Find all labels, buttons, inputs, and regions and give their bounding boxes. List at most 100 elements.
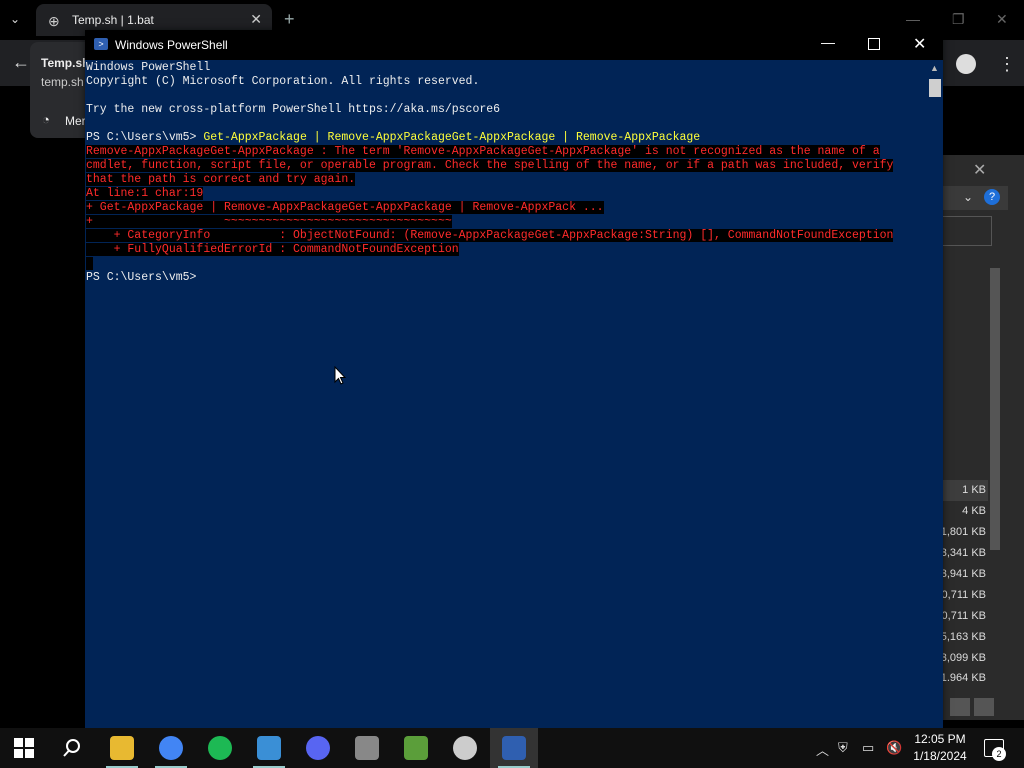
file-size[interactable]: 4 KB [940,501,988,522]
minimize-icon[interactable]: — [906,11,920,27]
large-icons-view-icon[interactable] [974,698,994,716]
console-line: cmdlet, function, script file, or operab… [86,159,926,173]
file-size[interactable]: 1,801 KB [940,522,988,543]
taskbar-app-ccleaner[interactable] [441,728,489,768]
console-line: + ~~~~~~~~~~~~~~~~~~~~~~~~~~~~~~~~~ [86,215,926,229]
taskbar-clock[interactable]: 12:05 PM 1/18/2024 [908,731,972,765]
popup-url: temp.sh [41,75,84,89]
powershell-window: > Windows PowerShell — ✕ Windows PowerSh… [85,30,943,728]
powershell-logo-icon: > [94,38,108,50]
clock-time: 12:05 PM [914,732,966,746]
discord-icon [306,736,330,760]
taskbar: ︿ ⛨ ▭ 🔇 12:05 PM 1/18/2024 2 [0,728,1024,768]
details-view-icon[interactable] [950,698,970,716]
panel-scroll-thumb[interactable] [990,268,1000,550]
tab-search-chevron-icon[interactable]: ⌄ [10,12,30,28]
file-size[interactable]: 0,711 KB [940,606,988,627]
file-size[interactable]: 5,163 KB [940,627,988,648]
console-error-text: At line:1 char:19 [86,187,204,200]
chevron-up-icon[interactable]: ︿ [816,740,829,759]
restore-icon[interactable]: ❐ [952,11,965,28]
console-line: PS C:\Users\vm5> Get-AppxPackage | Remov… [86,131,926,145]
mouse-cursor-icon [334,366,346,385]
console-scroll-thumb[interactable] [929,79,941,97]
taskbar-app-file-explorer[interactable] [98,728,146,768]
taskbar-app-spotify[interactable] [196,728,244,768]
console-line: + Get-AppxPackage | Remove-AppxPackageGe… [86,201,926,215]
console-line: Try the new cross-platform PowerShell ht… [86,103,501,116]
search-icon [63,739,80,757]
console-error-text: that the path is correct and try again. [86,173,356,186]
console-line: + FullyQualifiedErrorId : CommandNotFoun… [86,243,926,257]
file-size[interactable]: 0,711 KB [940,585,988,606]
notification-count-badge: 2 [992,747,1006,761]
console-scrollbar[interactable]: ▲ [927,61,943,728]
file-size[interactable]: 1,964 KB [940,669,988,681]
console-line: At line:1 char:19 [86,187,926,201]
panel-close-icon[interactable]: ✕ [973,160,986,180]
minimize-icon[interactable]: — [821,34,835,50]
taskbar-app-powershell[interactable] [490,728,538,768]
console-line: Windows PowerShell [86,61,211,74]
console-line [86,257,926,271]
taskbar-app-minecraft[interactable] [392,728,440,768]
console-error-text: cmdlet, function, script file, or operab… [86,159,894,172]
powershell-titlebar[interactable]: > Windows PowerShell — ✕ [85,30,943,60]
taskbar-app-chrome[interactable] [147,728,195,768]
maximize-icon[interactable] [868,38,880,50]
taskbar-app-app-figure[interactable] [343,728,391,768]
window-title: Windows PowerShell [115,38,228,52]
console-line: + CategoryInfo : ObjectNotFound: (Remove… [86,229,926,243]
view-toggle-buttons [950,698,998,721]
taskbar-app-control-panel[interactable] [245,728,293,768]
console-line: PS C:\Users\vm5> [86,271,197,284]
browser-tab-title: Temp.sh | 1.bat [72,13,154,27]
file-size[interactable]: 1 KB [940,480,988,501]
console-output[interactable]: Windows PowerShell Copyright (C) Microsof… [86,61,926,727]
tab-close-icon[interactable]: ✕ [250,11,262,28]
control-panel-icon [257,736,281,760]
ccleaner-icon [453,736,477,760]
console-error-text: + ~~~~~~~~~~~~~~~~~~~~~~~~~~~~~~~~~ [86,215,452,228]
console-line: Remove-AppxPackageGet-AppxPackage : The … [86,145,926,159]
help-icon[interactable]: ? [984,189,1000,205]
file-size[interactable]: 3,099 KB [940,648,988,669]
powershell-icon [502,736,526,760]
console-error-text: + Get-AppxPackage | Remove-AppxPackageGe… [86,201,604,214]
search-button[interactable] [48,728,96,768]
volume-muted-icon[interactable]: 🔇 [886,740,902,756]
new-tab-button[interactable]: + [284,9,295,30]
taskbar-app-discord[interactable] [294,728,342,768]
back-arrow-icon[interactable]: ← [12,52,30,73]
chrome-icon [159,736,183,760]
start-button[interactable] [0,728,48,768]
globe-icon: ⊕ [48,13,60,29]
console-error-text: Remove-AppxPackageGet-AppxPackage : The … [86,145,880,158]
file-size-column: 1 KB 4 KB 1,801 KB 3,341 KB 3,941 KB 0,7… [940,480,988,681]
panel-search-box[interactable] [942,216,992,246]
file-size[interactable]: 3,341 KB [940,543,988,564]
popup-title: Temp.sh [41,56,90,70]
scroll-up-icon[interactable]: ▲ [930,63,939,73]
app-figure-icon [355,736,379,760]
file-size[interactable]: 3,941 KB [940,564,988,585]
close-icon[interactable]: ✕ [913,34,926,54]
network-icon[interactable]: ▭ [862,740,874,756]
console-error-text: + CategoryInfo : ObjectNotFound: (Remove… [86,229,894,242]
gauge-icon: ◔ [42,112,50,127]
file-explorer-icon [110,736,134,760]
popup-menu-item[interactable]: Mer [65,114,86,128]
kebab-menu-icon[interactable]: ⋮ [998,54,1016,75]
console-command: Get-AppxPackage | Remove-AppxPackageGet-… [203,131,701,144]
close-icon[interactable]: ✕ [996,11,1008,28]
console-line: that the path is correct and try again. [86,173,926,187]
chevron-down-icon[interactable]: ⌄ [963,190,973,204]
profile-icon[interactable] [956,54,976,74]
spotify-icon [208,736,232,760]
defender-icon[interactable]: ⛨ [838,740,848,756]
console-line: Copyright (C) Microsoft Corporation. All… [86,75,480,88]
console-prompt: PS C:\Users\vm5> [86,131,204,144]
console-error-text: + FullyQualifiedErrorId : CommandNotFoun… [86,243,459,256]
